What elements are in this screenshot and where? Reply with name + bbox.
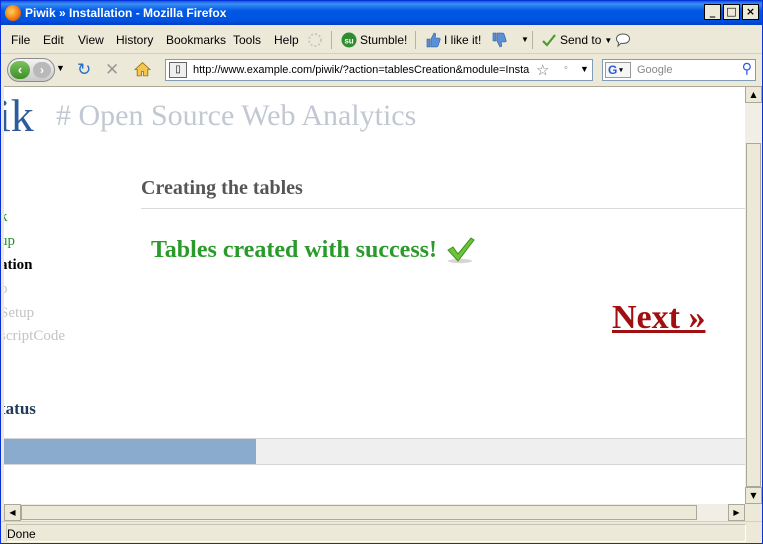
scroll-up-button[interactable]: ▲ (745, 86, 762, 103)
forward-button[interactable]: › (33, 62, 51, 78)
maximize-button[interactable]: □ (723, 4, 740, 20)
thumbs-up-icon (426, 32, 441, 48)
page-title: Creating the tables (141, 177, 303, 199)
toolbar-separator (532, 31, 533, 49)
navigation-toolbar: ‹ › ▼ ↻ ✕ ▯ http://www.example.com/piwik… (1, 55, 762, 85)
success-text: Tables created with success! (151, 236, 437, 263)
browser-window: Piwik » Installation - Mozilla Firefox _… (0, 0, 763, 544)
speech-bubble-icon (615, 33, 631, 48)
menu-edit[interactable]: Edit (43, 33, 64, 47)
go-icon[interactable]: ◦ (564, 62, 568, 74)
throbber-icon (307, 32, 323, 48)
title-divider (141, 208, 745, 209)
url-bar[interactable]: ▯ http://www.example.com/piwik/?action=t… (165, 59, 593, 81)
install-step: Setup (4, 305, 35, 321)
piwik-logo[interactable]: ik (4, 89, 34, 142)
scroll-down-button[interactable]: ▼ (745, 487, 762, 504)
progress-bar (4, 438, 745, 465)
thumbs-down-button[interactable] (491, 32, 507, 48)
search-engine-icon[interactable]: G ▾ (605, 62, 631, 78)
scroll-right-button[interactable]: ▶ (728, 504, 745, 521)
thumbs-down-icon (492, 32, 507, 48)
scrollbar-corner (745, 504, 762, 521)
back-forward-buttons: ‹ › (7, 58, 55, 82)
firefox-icon (5, 5, 21, 21)
chevron-down-icon[interactable]: ▼ (521, 35, 529, 44)
history-dropdown-icon[interactable]: ▼ (56, 63, 65, 73)
stumbleupon-icon: su (341, 32, 357, 48)
success-message: Tables created with success! (151, 235, 475, 265)
menu-help[interactable]: Help (274, 33, 299, 47)
url-dropdown-icon[interactable]: ▼ (580, 64, 589, 74)
send-arrow-icon (542, 34, 556, 47)
horizontal-scrollbar[interactable]: ◀ ▶ (4, 504, 745, 521)
scroll-left-button[interactable]: ◀ (4, 504, 21, 521)
window-title: Piwik » Installation - Mozilla Firefox (25, 6, 227, 20)
vertical-scroll-thumb[interactable] (746, 143, 761, 487)
horizontal-scroll-thumb[interactable] (21, 505, 697, 520)
search-icon[interactable]: ⚲ (742, 61, 752, 77)
stop-icon[interactable]: ✕ (105, 61, 119, 79)
install-step: scriptCode (4, 328, 65, 344)
page-content: ik # Open Source Web Analytics k up atio… (4, 86, 745, 504)
vertical-scrollbar[interactable]: ▲ ▼ (745, 86, 762, 504)
toolbar-separator (331, 31, 332, 49)
window-controls: _ □ × (704, 4, 759, 20)
minimize-button[interactable]: _ (704, 4, 721, 20)
chevron-down-icon: ▼ (604, 35, 613, 45)
send-to-label: Send to (560, 33, 602, 47)
svg-text:su: su (344, 37, 353, 46)
toolbar-separator (415, 31, 416, 49)
url-input[interactable]: http://www.example.com/piwik/?action=tab… (193, 64, 531, 76)
search-input[interactable]: Google (637, 64, 672, 76)
menu-view[interactable]: View (78, 33, 104, 47)
tagline: # Open Source Web Analytics (56, 99, 417, 132)
stumble-button[interactable]: su Stumble! (341, 32, 407, 48)
install-step: up (4, 233, 15, 249)
install-step-current: ation (4, 257, 33, 273)
menu-bar: File Edit View History Bookmarks Tools H… (1, 26, 762, 54)
progress-bar-fill (4, 439, 256, 464)
next-button[interactable]: Next » (612, 299, 705, 337)
menu-bookmarks[interactable]: Bookmarks (166, 33, 226, 47)
send-to-button[interactable]: Send to ▼ (541, 32, 612, 48)
site-identity-icon[interactable]: ▯ (169, 62, 187, 78)
bookmark-star-icon[interactable]: ☆ (536, 61, 549, 79)
stumble-label: Stumble! (360, 33, 408, 47)
back-button[interactable]: ‹ (10, 61, 30, 79)
installation-status-label: tatus (4, 399, 36, 418)
comment-button[interactable] (615, 32, 631, 48)
status-panel (6, 524, 746, 542)
menu-tools[interactable]: Tools (233, 33, 261, 47)
reload-icon[interactable]: ↻ (77, 61, 91, 79)
status-text: Done (7, 527, 36, 541)
i-like-it-button[interactable]: I like it! (425, 32, 481, 48)
menu-file[interactable]: File (11, 33, 30, 47)
home-icon[interactable] (133, 61, 152, 82)
install-step: p (4, 281, 8, 298)
search-bar[interactable]: G ▾ Google ⚲ (602, 59, 756, 81)
close-button[interactable]: × (742, 4, 759, 20)
i-like-it-label: I like it! (444, 33, 482, 47)
menu-history[interactable]: History (116, 33, 153, 47)
title-bar[interactable]: Piwik » Installation - Mozilla Firefox _… (1, 1, 762, 25)
install-step: k (4, 209, 8, 226)
checkmark-icon (447, 237, 475, 264)
status-bar: Done (1, 521, 762, 543)
